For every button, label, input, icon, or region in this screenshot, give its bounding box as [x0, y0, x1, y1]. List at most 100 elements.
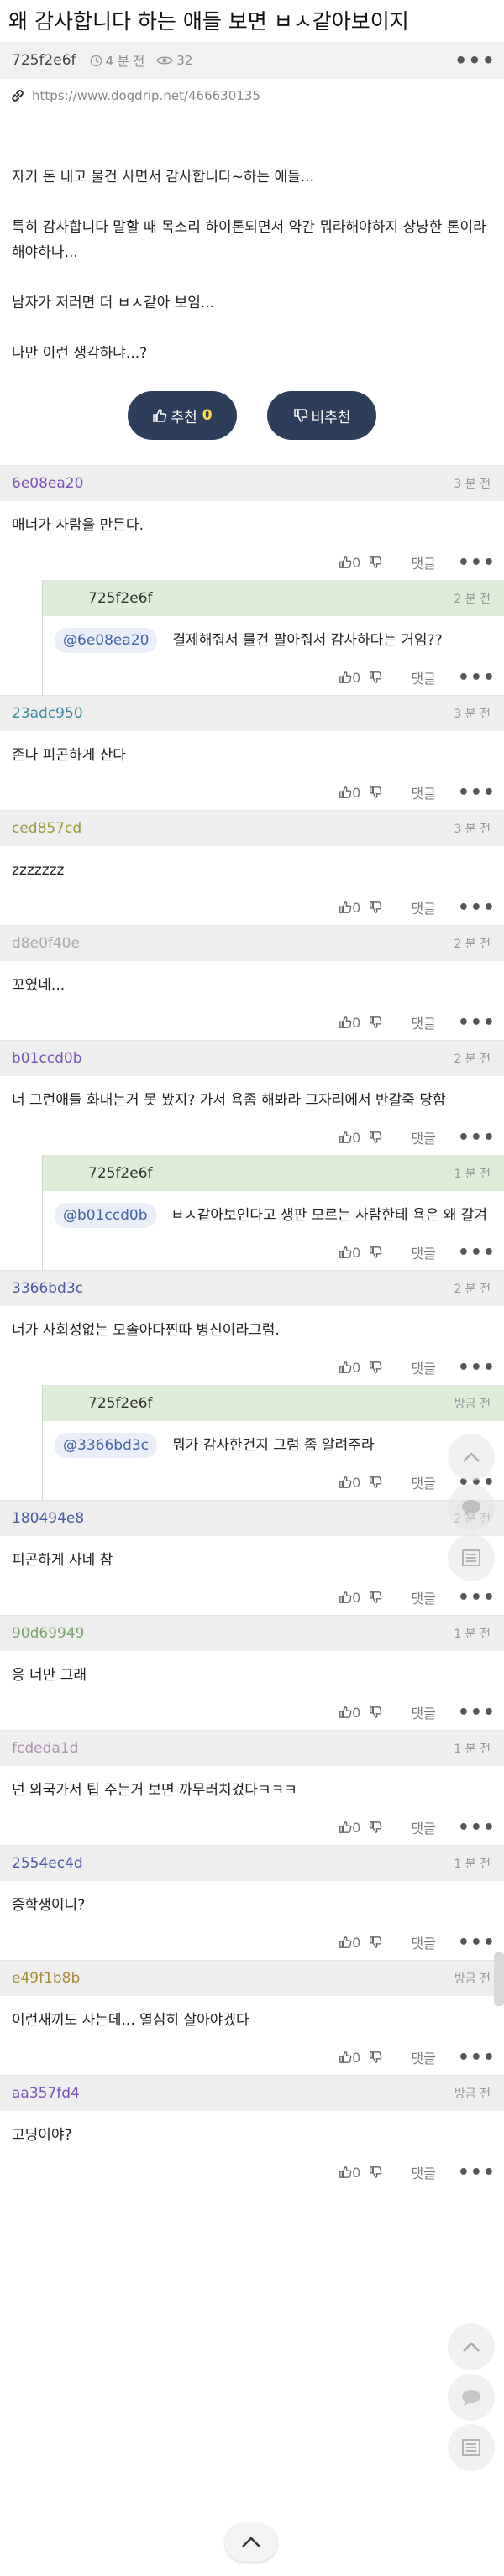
- comment-reply-button[interactable]: 댓글: [411, 552, 435, 572]
- comment-more-button[interactable]: •••: [458, 552, 496, 573]
- comment-reply-button[interactable]: 댓글: [411, 1702, 435, 1722]
- comment-downvote-button[interactable]: [369, 556, 382, 569]
- comment-reply-button[interactable]: 댓글: [411, 1587, 435, 1607]
- upvote-button[interactable]: 추천 0: [128, 391, 237, 440]
- comment-reply-button[interactable]: 댓글: [411, 2162, 435, 2182]
- comment-more-button[interactable]: •••: [458, 1587, 496, 1608]
- comment-reply-button[interactable]: 댓글: [411, 1817, 435, 1837]
- back-to-top-button[interactable]: [225, 2523, 277, 2562]
- comment-reply-button[interactable]: 댓글: [411, 1127, 435, 1147]
- list-button[interactable]: [448, 1534, 495, 1581]
- scrollbar-thumb[interactable]: [494, 1952, 504, 2006]
- comment-author[interactable]: b01ccd0b: [12, 1050, 82, 1067]
- comment-more-button[interactable]: •••: [458, 897, 496, 918]
- post-url-row[interactable]: https://www.dogdrip.net/466630135: [0, 79, 504, 112]
- comment-upvote-button[interactable]: 0: [339, 1245, 360, 1261]
- comment-downvote-button[interactable]: [369, 2051, 382, 2064]
- comment-upvote-button[interactable]: 0: [339, 1590, 360, 1606]
- comment-upvote-button[interactable]: 0: [339, 2165, 360, 2181]
- comment-upvote-button[interactable]: 0: [339, 555, 360, 571]
- comment-jump-button[interactable]: [448, 1484, 495, 1531]
- comment-more-button[interactable]: •••: [458, 1817, 496, 1838]
- comment-author[interactable]: 725f2e6f: [88, 1165, 153, 1182]
- comment-more-button[interactable]: •••: [458, 1357, 496, 1378]
- comment-upvote-button[interactable]: 0: [339, 2050, 360, 2066]
- comment-reply-button[interactable]: 댓글: [411, 1012, 435, 1032]
- comment-downvote-button[interactable]: [369, 1246, 382, 1259]
- comment-more-button[interactable]: •••: [458, 1127, 496, 1148]
- post-url[interactable]: https://www.dogdrip.net/466630135: [32, 88, 260, 103]
- comment-author[interactable]: 6e08ea20: [12, 475, 83, 492]
- comment-author[interactable]: aa357fd4: [12, 2085, 80, 2102]
- comment-upvote-button[interactable]: 0: [339, 1705, 360, 1721]
- comment-jump-button-bottom[interactable]: [448, 2374, 495, 2421]
- list-button-bottom[interactable]: [448, 2424, 495, 2471]
- comment-more-button[interactable]: •••: [458, 1012, 496, 1033]
- downvote-button[interactable]: 비추천: [267, 391, 376, 440]
- comment-body: @3366bd3c 뭐가 감사한건지 그럼 좀 알려주라: [43, 1421, 504, 1468]
- comment-author[interactable]: fcdeda1d: [12, 1740, 78, 1757]
- comment-downvote-button[interactable]: [369, 1476, 382, 1489]
- comment-more-button[interactable]: •••: [458, 667, 496, 688]
- post-more-button[interactable]: •••: [454, 49, 496, 72]
- thumbs-down-icon: [370, 671, 382, 683]
- mention-tag[interactable]: @6e08ea20: [55, 628, 158, 653]
- comment-time: 3 분 전: [454, 478, 491, 491]
- comment-downvote-button[interactable]: [369, 1016, 382, 1029]
- comment-downvote-button[interactable]: [369, 671, 382, 684]
- comment-upvote-button[interactable]: 0: [339, 785, 360, 801]
- comment-more-button[interactable]: •••: [458, 1702, 496, 1723]
- post-author[interactable]: 725f2e6f: [12, 52, 76, 69]
- comment-downvote-button[interactable]: [369, 786, 382, 799]
- comment-author[interactable]: d8e0f40e: [12, 935, 80, 952]
- list-icon: [462, 1549, 480, 1566]
- comment-downvote-button[interactable]: [369, 1936, 382, 1949]
- comment-text: ㅂㅅ같아보인다고 생판 모르는 사람한테 욕은 왜 갈겨: [171, 1207, 488, 1224]
- comment-reply-button[interactable]: 댓글: [411, 2047, 435, 2067]
- comment-reply-button[interactable]: 댓글: [411, 1932, 435, 1952]
- comment-author[interactable]: 3366bd3c: [12, 1280, 83, 1297]
- comment-author[interactable]: e49f1b8b: [12, 1970, 80, 1987]
- comment-downvote-button[interactable]: [369, 1706, 382, 1719]
- comment-upvote-button[interactable]: 0: [339, 1015, 360, 1031]
- comment-upvote-button[interactable]: 0: [339, 1820, 360, 1836]
- comment-downvote-button[interactable]: [369, 2166, 382, 2179]
- scroll-up-button-bottom[interactable]: [448, 2323, 495, 2370]
- comment-reply-button[interactable]: 댓글: [411, 782, 435, 802]
- comment-more-button[interactable]: •••: [458, 2047, 496, 2068]
- comment-downvote-button[interactable]: [369, 1821, 382, 1834]
- thumbs-up-icon: [339, 1476, 352, 1488]
- comment-author[interactable]: 725f2e6f: [88, 1395, 153, 1412]
- comment-reply-button[interactable]: 댓글: [411, 897, 435, 917]
- mention-tag[interactable]: @b01ccd0b: [55, 1203, 156, 1228]
- comment-more-button[interactable]: •••: [458, 2162, 496, 2183]
- comment-author[interactable]: 23adc950: [12, 705, 83, 722]
- comment-author[interactable]: 2554ec4d: [12, 1855, 83, 1872]
- comment-upvote-button[interactable]: 0: [339, 1935, 360, 1951]
- comment-downvote-button[interactable]: [369, 1361, 382, 1374]
- comment-upvote-button[interactable]: 0: [339, 1130, 360, 1146]
- comment-upvote-button[interactable]: 0: [339, 670, 360, 686]
- comment-downvote-button[interactable]: [369, 1591, 382, 1604]
- comment-reply-button[interactable]: 댓글: [411, 1472, 435, 1492]
- comment-author[interactable]: 725f2e6f: [88, 590, 153, 607]
- comment-reply-button[interactable]: 댓글: [411, 667, 435, 687]
- comment-downvote-button[interactable]: [369, 1131, 382, 1144]
- scroll-up-button[interactable]: [448, 1434, 495, 1481]
- comment-author[interactable]: 90d69949: [12, 1625, 85, 1642]
- comment-more-button[interactable]: •••: [458, 782, 496, 803]
- mention-tag[interactable]: @3366bd3c: [55, 1433, 158, 1458]
- thumbs-down-icon: [370, 1016, 382, 1028]
- comment-author[interactable]: ced857cd: [12, 820, 81, 837]
- comment-upvote-button[interactable]: 0: [339, 1360, 360, 1376]
- comment-header: 90d69949 1 분 전: [0, 1615, 504, 1651]
- comment-upvote-button[interactable]: 0: [339, 900, 360, 916]
- comment-author[interactable]: 180494e8: [12, 1510, 84, 1527]
- comment-downvote-button[interactable]: [369, 901, 382, 914]
- comment-upvote-button[interactable]: 0: [339, 1475, 360, 1491]
- comment-more-button[interactable]: •••: [458, 1932, 496, 1953]
- comment-reply-button[interactable]: 댓글: [411, 1242, 435, 1262]
- comment-body: 너가 사회성없는 모솔아다찐따 병신이라그럼.: [12, 1322, 280, 1339]
- comment-reply-button[interactable]: 댓글: [411, 1357, 435, 1377]
- comment-more-button[interactable]: •••: [458, 1242, 496, 1263]
